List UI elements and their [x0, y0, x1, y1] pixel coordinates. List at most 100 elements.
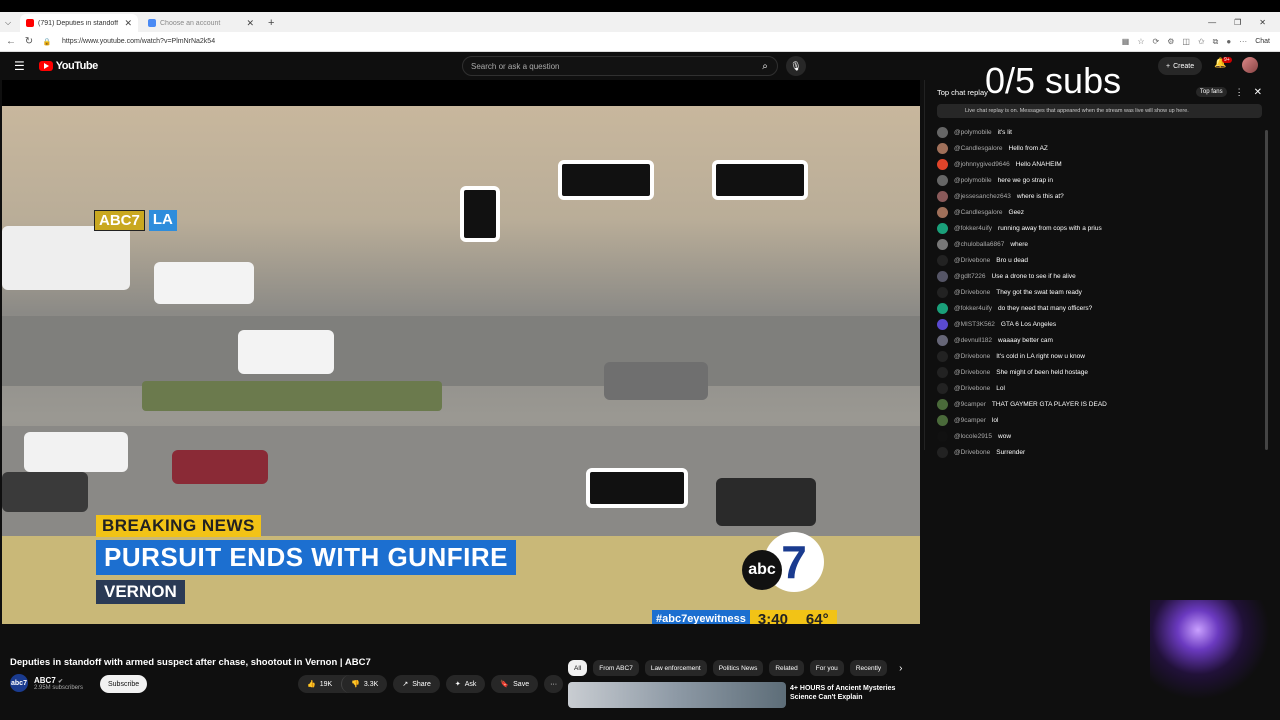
extension-icon[interactable]: ⚙	[1167, 37, 1174, 46]
url-field[interactable]: https://www.youtube.com/watch?v=PlmNrNa2…	[62, 38, 1122, 45]
recommended-thumbnail[interactable]	[568, 682, 786, 708]
chip-recently[interactable]: Recently	[849, 660, 888, 676]
chat-username[interactable]: @Candlesgalore	[954, 145, 1003, 152]
chat-message[interactable]: @polymobile here we go strap in	[925, 172, 1274, 188]
chat-username[interactable]: @johnnygived9646	[954, 161, 1010, 168]
search-box[interactable]: Search or ask a question ⌕	[462, 56, 778, 76]
ask-button[interactable]: ✦ Ask	[445, 675, 486, 693]
collections-icon[interactable]: ⧉	[1213, 37, 1219, 47]
copilot-button[interactable]: Chat	[1255, 38, 1270, 45]
more-actions-button[interactable]: ···	[544, 675, 564, 693]
close-chat-icon[interactable]: ✕	[1254, 87, 1262, 98]
chat-message[interactable]: @polymobile it's lit	[925, 124, 1274, 140]
back-icon[interactable]: ←	[4, 36, 18, 47]
channel-name[interactable]: ABC7 ✔	[34, 676, 83, 685]
chat-message[interactable]: @Drivebone Lol	[925, 380, 1274, 396]
share-button[interactable]: ↗ Share	[393, 675, 440, 693]
more-icon[interactable]: ···	[1239, 37, 1247, 46]
chat-username[interactable]: @Drivebone	[954, 369, 990, 376]
chip-related[interactable]: Related	[769, 660, 804, 676]
tab-list-icon[interactable]: ⌵	[0, 14, 16, 32]
video-player[interactable]: ABC7 LA BREAKING NEWS PURSUIT ENDS WITH …	[2, 80, 920, 624]
like-button[interactable]: 👍 19K	[298, 675, 341, 693]
recommended-title[interactable]: 4+ HOURS of Ancient Mysteries Science Ca…	[790, 684, 920, 702]
tab-account[interactable]: Choose an account ✕	[142, 14, 260, 32]
chat-text: where is this at?	[1016, 192, 1064, 200]
chip-law-enforcement[interactable]: Law enforcement	[644, 660, 707, 676]
chat-message[interactable]: @Drivebone They got the swat team ready	[925, 284, 1274, 300]
chat-message[interactable]: @Drivebone Bro u dead	[925, 252, 1274, 268]
chat-more-icon[interactable]: ⋮	[1235, 87, 1244, 98]
chat-username[interactable]: @Drivebone	[954, 449, 990, 456]
chat-message[interactable]: @Drivebone She might of been held hostage	[925, 364, 1274, 380]
chat-username[interactable]: @polymobile	[954, 129, 992, 136]
chat-username[interactable]: @locole2915	[954, 433, 992, 440]
chat-message[interactable]: @fokker4uify do they need that many offic…	[925, 300, 1274, 316]
chat-username[interactable]: @Drivebone	[954, 353, 990, 360]
youtube-logo[interactable]: YouTube	[38, 60, 98, 72]
chat-username[interactable]: @chuloballa6867	[954, 241, 1004, 248]
chat-message[interactable]: @fokker4uify running away from cops with …	[925, 220, 1274, 236]
new-tab-icon[interactable]: +	[268, 14, 274, 32]
chat-username[interactable]: @fokker4uify	[954, 305, 992, 312]
create-button[interactable]: + Create	[1158, 57, 1203, 75]
chat-username[interactable]: @gdlt7226	[954, 273, 986, 280]
chat-message[interactable]: @gdlt7226 Use a drone to see if he alive	[925, 268, 1274, 284]
chat-message[interactable]: @9camper lol	[925, 412, 1274, 428]
chip-all[interactable]: All	[568, 660, 588, 676]
chip-politics-news[interactable]: Politics News	[712, 660, 764, 676]
profile-icon[interactable]: ●	[1226, 37, 1231, 46]
top-fans-button[interactable]: Top fans	[1195, 87, 1227, 97]
search-icon[interactable]: ⌕	[753, 57, 777, 75]
chevron-right-icon[interactable]: ›	[899, 663, 902, 674]
chat-message[interactable]: @Candlesgalore Geez	[925, 204, 1274, 220]
minimize-icon[interactable]: —	[1208, 18, 1216, 27]
tab-youtube[interactable]: (791) Deputies in standoff wi ✕	[20, 14, 138, 32]
menu-icon[interactable]: ☰	[14, 59, 25, 73]
chat-username[interactable]: @9camper	[954, 417, 986, 424]
chat-message[interactable]: @MIST3K562 GTA 6 Los Angeles	[925, 316, 1274, 332]
search-input[interactable]: Search or ask a question	[471, 62, 753, 71]
white-sedan	[24, 432, 128, 472]
chat-message[interactable]: @Candlesgalore Hello from AZ	[925, 140, 1274, 156]
chat-username[interactable]: @fokker4uify	[954, 225, 992, 232]
chat-username[interactable]: @Drivebone	[954, 289, 990, 296]
refresh-extension-icon[interactable]: ⟳	[1153, 37, 1160, 46]
chat-username[interactable]: @MIST3K562	[954, 321, 995, 328]
chat-message[interactable]: @chuloballa6867 where	[925, 236, 1274, 252]
chip-for-you[interactable]: For you	[809, 660, 844, 676]
chat-message[interactable]: @jessesanchez643 where is this at?	[925, 188, 1274, 204]
chat-username[interactable]: @Candlesgalore	[954, 209, 1003, 216]
microphone-icon[interactable]: 🎙	[786, 56, 806, 76]
favorite-star-icon[interactable]: ☆	[1137, 37, 1144, 46]
reload-icon[interactable]: ↻	[22, 36, 36, 47]
chat-message[interactable]: @devnull182 waaaay better cam	[925, 332, 1274, 348]
avatar[interactable]	[1242, 57, 1258, 73]
chat-message[interactable]: @Drivebone It's cold in LA right now u kn…	[925, 348, 1274, 364]
save-button[interactable]: 🔖 Save	[491, 675, 539, 693]
chat-message[interactable]: @9camper THAT GAYMER GTA PLAYER IS DEAD	[925, 396, 1274, 412]
channel-avatar[interactable]: abc7	[10, 674, 28, 692]
chat-username[interactable]: @jessesanchez643	[954, 193, 1011, 200]
chat-username[interactable]: @Drivebone	[954, 385, 990, 392]
restore-icon[interactable]: ❐	[1234, 18, 1241, 27]
close-tab-icon[interactable]: ✕	[124, 18, 132, 29]
chat-scrollbar[interactable]	[1265, 130, 1268, 450]
favorites-icon[interactable]: ✩	[1198, 37, 1205, 46]
chat-username[interactable]: @9camper	[954, 401, 986, 408]
subscribe-button[interactable]: Subscribe	[100, 675, 148, 693]
window-controls: — ❐ ✕	[1208, 12, 1280, 32]
chat-username[interactable]: @Drivebone	[954, 257, 990, 264]
chip-from-abc7[interactable]: From ABC7	[593, 660, 639, 676]
dislike-button[interactable]: 👎 3.3K	[341, 675, 387, 693]
chat-username[interactable]: @polymobile	[954, 177, 992, 184]
chat-username[interactable]: @devnull182	[954, 337, 992, 344]
chat-message[interactable]: @locole2915 wow	[925, 428, 1274, 444]
chat-text: She might of been held hostage	[996, 368, 1089, 376]
chat-message[interactable]: @Drivebone Surrender	[925, 444, 1274, 460]
chat-message[interactable]: @johnnygived9646 Hello ANAHEIM	[925, 156, 1274, 172]
close-window-icon[interactable]: ✕	[1259, 18, 1266, 27]
app-icon[interactable]: ▦	[1122, 37, 1130, 46]
split-screen-icon[interactable]: ◫	[1182, 37, 1190, 46]
close-tab-icon[interactable]: ✕	[246, 18, 254, 29]
